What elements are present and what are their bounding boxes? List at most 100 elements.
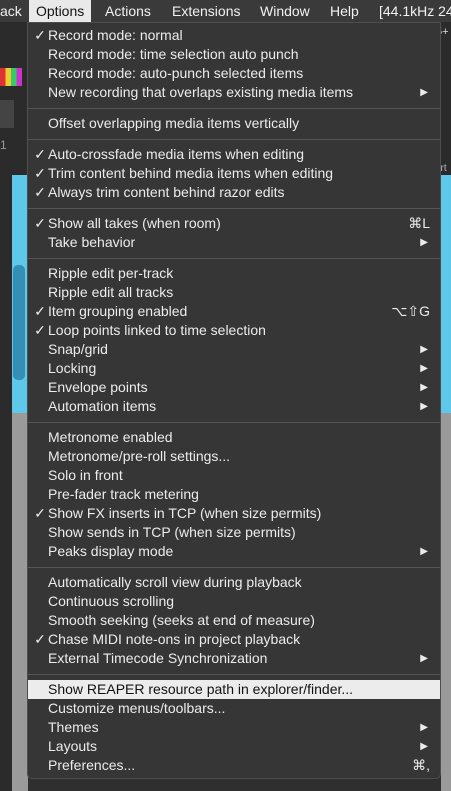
menu-item-label: Preferences...	[48, 757, 136, 773]
checkmark-icon: ✓	[34, 27, 46, 43]
menu-item-label: Themes	[48, 719, 99, 735]
menu-separator	[28, 422, 440, 423]
menu-item-show-sends-in-tcp-when-size-permits[interactable]: Show sends in TCP (when size permits)	[28, 523, 440, 542]
menu-item-label: Automation items	[48, 398, 157, 414]
submenu-arrow-icon: ▶	[420, 344, 428, 355]
menu-item-label: Chase MIDI note-ons in project playback	[48, 631, 301, 647]
menu-item-item-grouping-enabled[interactable]: ✓ Item grouping enabled ⌥⇧G	[28, 302, 440, 321]
menu-item-label: Item grouping enabled	[48, 303, 188, 319]
menu-item-loop-points-linked-to-time-selection[interactable]: ✓ Loop points linked to time selection	[28, 321, 440, 340]
menubar-item-track[interactable]: ack	[0, 0, 29, 22]
menu-item-always-trim-content-behind-razor-edits[interactable]: ✓ Always trim content behind razor edits	[28, 183, 440, 202]
menu-item-metronome-pre-roll-settings[interactable]: Metronome/pre-roll settings...	[28, 447, 440, 466]
menu-item-label: Locking	[48, 360, 97, 376]
menu-item-label: Take behavior	[48, 234, 136, 250]
submenu-arrow-icon: ▶	[420, 237, 428, 248]
menu-item-label: Envelope points	[48, 379, 148, 395]
menu-item-automatically-scroll-view-during-playback[interactable]: Automatically scroll view during playbac…	[28, 573, 440, 592]
menu-item-record-mode-normal[interactable]: ✓ Record mode: normal	[28, 26, 440, 45]
menu-bar: ack Options Actions Extensions Window He…	[0, 0, 451, 22]
submenu-arrow-icon: ▶	[420, 722, 428, 733]
submenu-arrow-icon: ▶	[420, 741, 428, 752]
checkmark-icon: ✓	[34, 165, 46, 181]
background-time-fragment: 1	[0, 138, 7, 152]
menu-item-envelope-points[interactable]: Envelope points ▶	[28, 378, 440, 397]
menu-item-ripple-edit-all-tracks[interactable]: Ripple edit all tracks	[28, 283, 440, 302]
checkmark-icon: ✓	[34, 322, 46, 338]
menu-item-metronome-enabled[interactable]: Metronome enabled	[28, 428, 440, 447]
options-menu-dropdown: ✓ Record mode: normal Record mode: time se…	[27, 22, 441, 779]
menu-item-take-behavior[interactable]: Take behavior ▶	[28, 233, 440, 252]
menu-item-new-recording-that-overlaps-existing-media-items[interactable]: New recording that overlaps existing med…	[28, 83, 440, 102]
keyboard-shortcut: ⌥⇧G	[391, 303, 430, 319]
menu-item-label: Layouts	[48, 738, 98, 754]
menu-item-show-reaper-resource-path-in-explorer-finder[interactable]: Show REAPER resource path in explorer/fi…	[28, 680, 440, 699]
menu-item-locking[interactable]: Locking ▶	[28, 359, 440, 378]
menubar-item-help[interactable]: Help	[323, 0, 366, 22]
menu-item-record-mode-auto-punch-selected-items[interactable]: Record mode: auto-punch selected items	[28, 64, 440, 83]
menu-item-chase-midi-note-ons-in-project-playback[interactable]: ✓ Chase MIDI note-ons in project playback	[28, 630, 440, 649]
menu-separator	[28, 674, 440, 675]
menu-item-layouts[interactable]: Layouts ▶	[28, 737, 440, 756]
menu-item-label: Solo in front	[48, 467, 123, 483]
menu-item-label: New recording that overlaps existing med…	[48, 84, 354, 100]
menu-item-label: Peaks display mode	[48, 543, 174, 559]
menu-item-offset-overlapping-media-items-vertically[interactable]: Offset overlapping media items verticall…	[28, 114, 440, 133]
menu-item-peaks-display-mode[interactable]: Peaks display mode ▶	[28, 542, 440, 561]
menu-item-smooth-seeking-seeks-at-end-of-measure[interactable]: Smooth seeking (seeks at end of measure)	[28, 611, 440, 630]
menu-item-label: Show REAPER resource path in explorer/fi…	[48, 681, 354, 697]
menu-item-label: Pre-fader track metering	[48, 486, 199, 502]
checkmark-icon: ✓	[34, 215, 46, 231]
menu-item-label: Ripple edit all tracks	[48, 284, 174, 300]
checkmark-icon: ✓	[34, 184, 46, 200]
menu-item-label: Loop points linked to time selection	[48, 322, 266, 338]
menu-item-label: Record mode: normal	[48, 27, 183, 43]
menu-item-label: External Timecode Synchronization	[48, 650, 268, 666]
menu-item-automation-items[interactable]: Automation items ▶	[28, 397, 440, 416]
menu-item-trim-content-behind-media-items-when-editing[interactable]: ✓ Trim content behind media items when ed…	[28, 164, 440, 183]
menu-item-record-mode-time-selection-auto-punch[interactable]: Record mode: time selection auto punch	[28, 45, 440, 64]
menu-item-label: Show FX inserts in TCP (when size permit…	[48, 505, 322, 521]
track-area-right	[441, 413, 451, 791]
checkmark-icon: ✓	[34, 631, 46, 647]
submenu-arrow-icon: ▶	[420, 401, 428, 412]
menu-item-themes[interactable]: Themes ▶	[28, 718, 440, 737]
menu-item-pre-fader-track-metering[interactable]: Pre-fader track metering	[28, 485, 440, 504]
menubar-item-actions[interactable]: Actions	[98, 0, 158, 22]
sample-rate-indicator: [44.1kHz 24	[379, 3, 451, 19]
menu-item-label: Trim content behind media items when edi…	[48, 165, 334, 181]
menu-item-auto-crossfade-media-items-when-editing[interactable]: ✓ Auto-crossfade media items when editing	[28, 145, 440, 164]
menu-item-label: Offset overlapping media items verticall…	[48, 115, 300, 131]
menu-item-show-fx-inserts-in-tcp-when-size-permits[interactable]: ✓ Show FX inserts in TCP (when size permi…	[28, 504, 440, 523]
menu-item-label: Automatically scroll view during playbac…	[48, 574, 302, 590]
menu-item-show-all-takes-when-room[interactable]: ✓ Show all takes (when room) ⌘L	[28, 214, 440, 233]
menu-item-external-timecode-synchronization[interactable]: External Timecode Synchronization ▶	[28, 649, 440, 668]
waveform	[13, 265, 25, 380]
submenu-arrow-icon: ▶	[420, 546, 428, 557]
menu-separator	[28, 108, 440, 109]
menu-item-snap-grid[interactable]: Snap/grid ▶	[28, 340, 440, 359]
menu-item-customize-menus-toolbars[interactable]: Customize menus/toolbars...	[28, 699, 440, 718]
menubar-item-options[interactable]: Options	[29, 0, 92, 22]
keyboard-shortcut: ⌘,	[412, 757, 430, 773]
menu-item-label: Snap/grid	[48, 341, 108, 357]
menu-item-preferences[interactable]: Preferences... ⌘,	[28, 756, 440, 775]
color-grid-icon	[0, 68, 22, 86]
menu-separator	[28, 208, 440, 209]
menu-item-label: Always trim content behind razor edits	[48, 184, 285, 200]
background-toolbar-fragment	[0, 100, 14, 128]
menu-item-ripple-edit-per-track[interactable]: Ripple edit per-track	[28, 264, 440, 283]
submenu-arrow-icon: ▶	[420, 87, 428, 98]
menu-item-label: Show all takes (when room)	[48, 215, 221, 231]
keyboard-shortcut: ⌘L	[408, 215, 430, 231]
menu-item-label: Continuous scrolling	[48, 593, 175, 609]
checkmark-icon: ✓	[34, 303, 46, 319]
menu-item-label: Smooth seeking (seeks at end of measure)	[48, 612, 315, 628]
menu-separator	[28, 139, 440, 140]
menu-separator	[28, 258, 440, 259]
menu-item-solo-in-front[interactable]: Solo in front	[28, 466, 440, 485]
menu-item-continuous-scrolling[interactable]: Continuous scrolling	[28, 592, 440, 611]
menubar-item-window[interactable]: Window	[253, 0, 317, 22]
menu-item-label: Customize menus/toolbars...	[48, 700, 226, 716]
menubar-item-extensions[interactable]: Extensions	[165, 0, 247, 22]
